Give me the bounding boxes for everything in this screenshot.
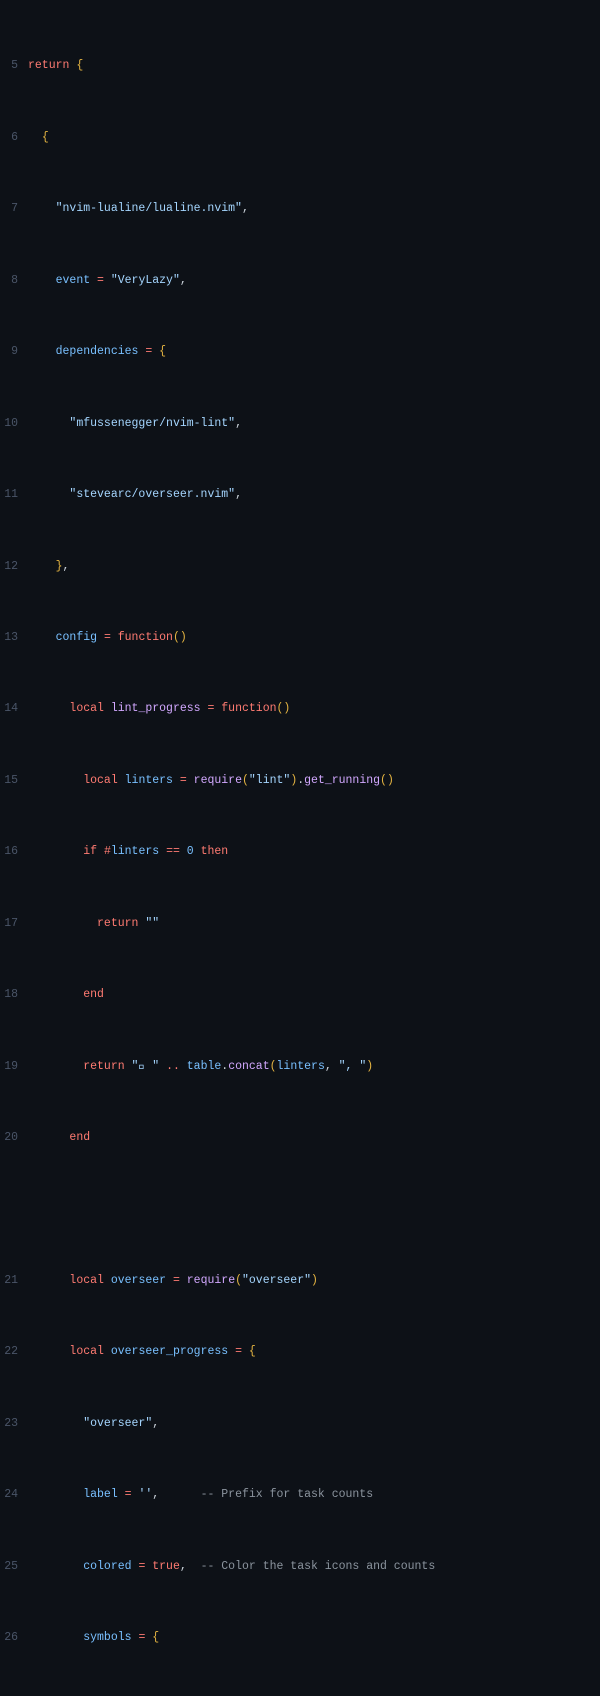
line-2: 6 {: [0, 129, 600, 147]
line-19: 22 local overseer_progress = {: [0, 1343, 600, 1361]
line-22: 25 colored = true, -- Color the task ico…: [0, 1558, 600, 1576]
code-editor: 5 return { 6 { 7 "nvim-lualine/lualine.n…: [0, 0, 600, 1696]
line-18: 21 local overseer = require("overseer"): [0, 1272, 600, 1290]
line-21: 24 label = '', -- Prefix for task counts: [0, 1486, 600, 1504]
line-23: 26 symbols = {: [0, 1629, 600, 1647]
line-4: 8 event = "VeryLazy",: [0, 272, 600, 290]
line-17: [0, 1200, 600, 1218]
line-16: 20 end: [0, 1129, 600, 1147]
line-8: 12 },: [0, 558, 600, 576]
line-7: 11 "stevearc/overseer.nvim",: [0, 486, 600, 504]
line-1: 5 return {: [0, 57, 600, 75]
line-11: 15 local linters = require("lint").get_r…: [0, 772, 600, 790]
line-3: 7 "nvim-lualine/lualine.nvim",: [0, 200, 600, 218]
line-5: 9 dependencies = {: [0, 343, 600, 361]
line-15: 19 return "󰒓 " .. table.concat(linters, …: [0, 1058, 600, 1076]
line-6: 10 "mfussenegger/nvim-lint",: [0, 415, 600, 433]
line-9: 13 config = function(): [0, 629, 600, 647]
line-14: 18 end: [0, 986, 600, 1004]
line-12: 16 if #linters == 0 then: [0, 843, 600, 861]
line-13: 17 return "": [0, 915, 600, 933]
line-20: 23 "overseer",: [0, 1415, 600, 1433]
line-10: 14 local lint_progress = function(): [0, 700, 600, 718]
